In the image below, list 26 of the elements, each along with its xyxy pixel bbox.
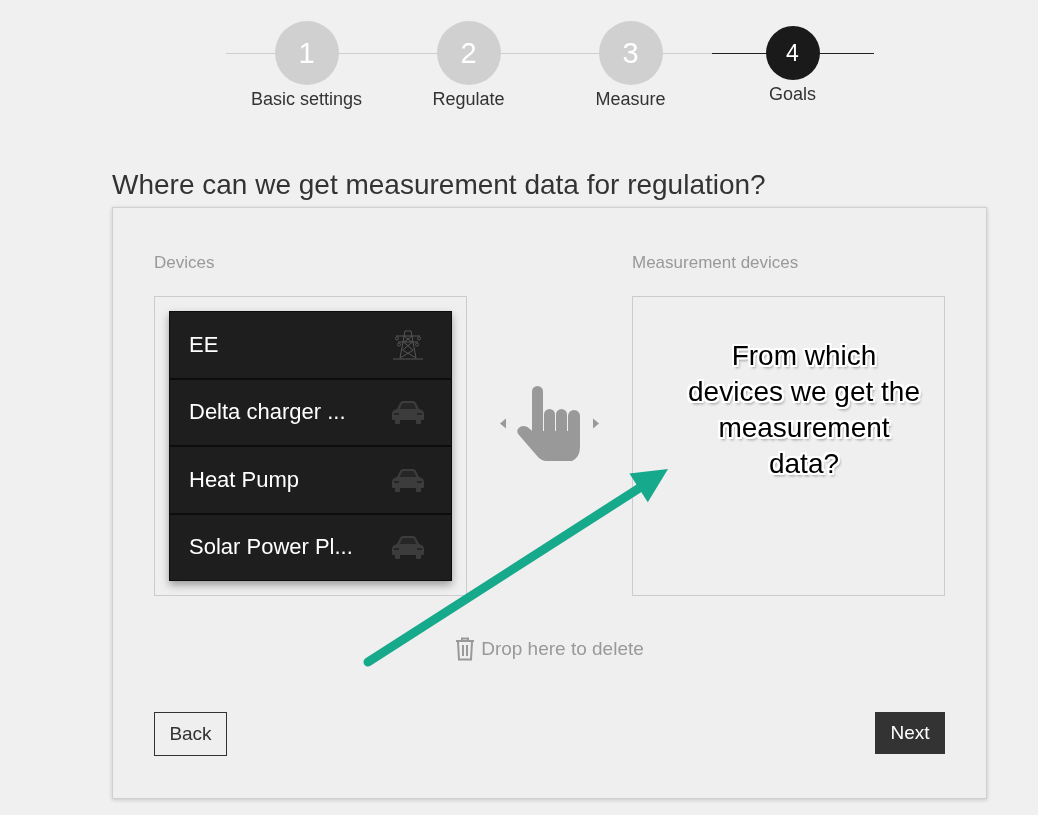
page-heading: Where can we get measurement data for regulation? bbox=[112, 168, 766, 202]
step-label: Measure bbox=[595, 88, 666, 111]
device-name: Solar Power Pl... bbox=[189, 534, 353, 561]
step-label: Regulate bbox=[432, 88, 505, 111]
device-name: Heat Pump bbox=[189, 466, 300, 493]
car-icon bbox=[391, 467, 425, 492]
step-number[interactable]: 4 bbox=[765, 26, 820, 80]
next-button[interactable]: Next bbox=[875, 712, 945, 754]
device-name: EE bbox=[189, 331, 219, 358]
device-item[interactable]: EE bbox=[170, 312, 451, 378]
step-label: Basic settings bbox=[250, 88, 363, 111]
step-label: Goals bbox=[769, 83, 816, 106]
power-pylon-icon bbox=[391, 329, 425, 360]
trash-icon bbox=[455, 637, 476, 661]
measurement-devices-label: Measurement devices bbox=[632, 252, 799, 274]
delete-drop-label: Drop here to delete bbox=[481, 637, 644, 661]
device-item[interactable]: Delta charger ... bbox=[170, 379, 451, 445]
drag-hand-icon bbox=[500, 385, 599, 462]
device-name: Delta charger ... bbox=[189, 399, 346, 426]
annotation-text: From which devices we get the measurement data? bbox=[688, 339, 920, 481]
car-icon bbox=[391, 400, 425, 425]
device-item[interactable]: Solar Power Pl... bbox=[170, 514, 451, 580]
back-button[interactable]: Back bbox=[154, 712, 227, 756]
device-item[interactable]: Heat Pump bbox=[170, 447, 451, 513]
devices-label: Devices bbox=[154, 252, 215, 274]
car-icon bbox=[391, 535, 425, 560]
